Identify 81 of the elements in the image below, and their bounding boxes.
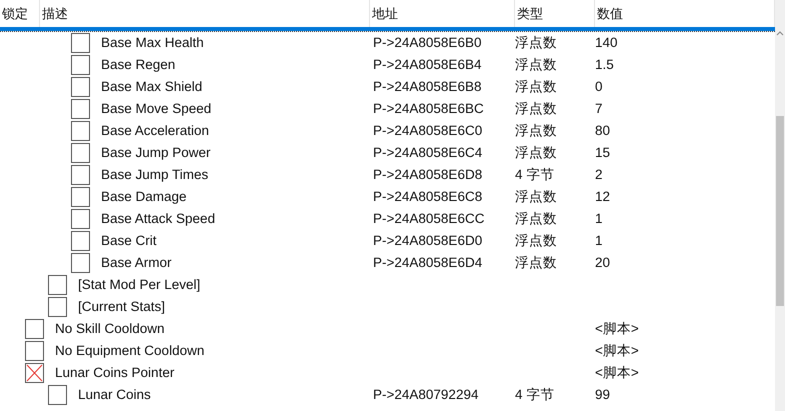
- entry-description: Base Move Speed: [101, 100, 212, 118]
- checkbox[interactable]: [48, 275, 67, 295]
- value-text: 1.5: [595, 56, 614, 72]
- column-header[interactable]: 锁定: [2, 4, 28, 24]
- entry-description: Base Jump Times: [101, 166, 208, 184]
- checkbox[interactable]: [48, 297, 67, 317]
- column-header[interactable]: 类型: [517, 4, 543, 24]
- column-header[interactable]: 地址: [372, 4, 398, 24]
- value-text: 0: [595, 78, 603, 94]
- checkbox[interactable]: [71, 165, 90, 185]
- value-text: <脚本>: [595, 342, 639, 358]
- type-text: 4 字节: [515, 386, 554, 402]
- checkbox[interactable]: [71, 253, 90, 273]
- type-text: 浮点数: [515, 56, 557, 72]
- checkbox[interactable]: [71, 33, 90, 53]
- address-text: P->24A8058E6D4: [373, 254, 482, 270]
- checkbox[interactable]: [71, 121, 90, 141]
- cross-icon: [26, 364, 43, 382]
- checkbox[interactable]: [71, 77, 90, 97]
- entry-description: No Equipment Cooldown: [55, 342, 204, 360]
- entry-description: Base Max Shield: [101, 78, 202, 96]
- checkbox[interactable]: [25, 319, 44, 339]
- value-text: 99: [595, 386, 610, 402]
- entry-description: Base Armor: [101, 254, 172, 272]
- checkbox[interactable]: [25, 363, 44, 383]
- type-text: 浮点数: [515, 100, 557, 116]
- type-text: 浮点数: [515, 188, 557, 204]
- checkbox[interactable]: [71, 187, 90, 207]
- address-text: P->24A8058E6B0: [373, 34, 482, 50]
- value-text: <脚本>: [595, 320, 639, 336]
- scrollbar-thumb[interactable]: [776, 116, 784, 306]
- entry-description: [Stat Mod Per Level]: [78, 276, 200, 294]
- value-text: 7: [595, 100, 603, 116]
- value-text: 1: [595, 210, 603, 226]
- value-text: 140: [595, 34, 618, 50]
- type-text: 浮点数: [515, 210, 557, 226]
- address-text: P->24A8058E6CC: [373, 210, 484, 226]
- entry-description: Base Attack Speed: [101, 210, 216, 228]
- address-text: P->24A80792294: [373, 386, 478, 402]
- address-text: P->24A8058E6D0: [373, 232, 482, 248]
- checkbox[interactable]: [71, 143, 90, 163]
- scrollbar[interactable]: [775, 0, 785, 411]
- value-text: 1: [595, 232, 603, 248]
- type-text: 浮点数: [515, 122, 557, 138]
- type-text: 浮点数: [515, 34, 557, 50]
- entry-description: Base Regen: [101, 56, 176, 74]
- checkbox[interactable]: [71, 99, 90, 119]
- value-text: 20: [595, 254, 610, 270]
- entry-description: Base Max Health: [101, 34, 204, 52]
- entry-description: Lunar Coins: [78, 386, 151, 404]
- entry-description: [Current Stats]: [78, 298, 166, 316]
- column-header[interactable]: 描述: [42, 4, 68, 24]
- entry-description: Base Crit: [101, 232, 157, 250]
- column-header[interactable]: 数值: [597, 4, 623, 24]
- address-text: P->24A8058E6BC: [373, 100, 484, 116]
- address-text: P->24A8058E6B8: [373, 78, 482, 94]
- value-text: <脚本>: [595, 364, 639, 380]
- type-text: 4 字节: [515, 166, 554, 182]
- value-text: 15: [595, 144, 610, 160]
- address-text: P->24A8058E6C0: [373, 122, 482, 138]
- entry-description: Base Jump Power: [101, 144, 211, 162]
- value-text: 2: [595, 166, 603, 182]
- type-text: 浮点数: [515, 232, 557, 248]
- type-text: 浮点数: [515, 78, 557, 94]
- checkbox[interactable]: [71, 231, 90, 251]
- type-text: 浮点数: [515, 254, 557, 270]
- entry-description: Lunar Coins Pointer: [55, 364, 174, 382]
- checkbox[interactable]: [71, 55, 90, 75]
- entry-description: Base Damage: [101, 188, 187, 206]
- address-text: P->24A8058E6C4: [373, 144, 482, 160]
- entry-description: No Skill Cooldown: [55, 320, 165, 338]
- value-text: 80: [595, 122, 610, 138]
- checkbox[interactable]: [48, 385, 67, 405]
- entry-description: Base Acceleration: [101, 122, 210, 140]
- type-text: 浮点数: [515, 144, 557, 160]
- address-text: P->24A8058E6C8: [373, 188, 482, 204]
- checkbox[interactable]: [71, 209, 90, 229]
- value-text: 12: [595, 188, 610, 204]
- address-text: P->24A8058E6D8: [373, 166, 482, 182]
- address-text: P->24A8058E6B4: [373, 56, 482, 72]
- checkbox[interactable]: [25, 341, 44, 361]
